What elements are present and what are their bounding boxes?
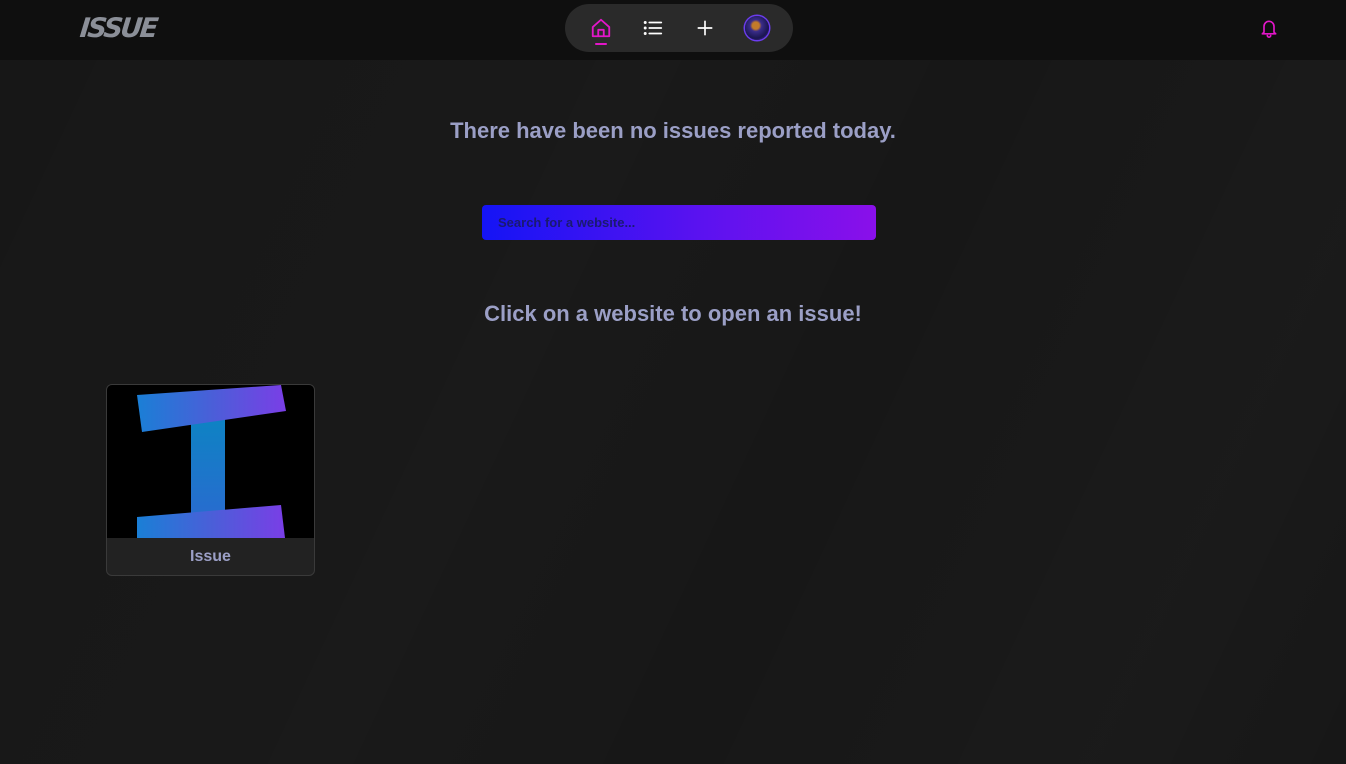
nav-home-button[interactable] <box>587 14 615 42</box>
no-issues-message: There have been no issues reported today… <box>450 118 896 143</box>
instruction-text: Click on a website to open an issue! <box>484 301 862 326</box>
website-thumbnail <box>107 385 314 538</box>
avatar <box>745 16 769 40</box>
plus-icon <box>697 20 713 36</box>
page: ISSUE There have been no issues reported… <box>0 0 1346 764</box>
website-name: Issue <box>190 548 231 565</box>
website-card[interactable]: Issue <box>106 384 315 576</box>
nav-add-button[interactable] <box>691 14 719 42</box>
top-navigation-bar: ISSUE <box>0 0 1346 60</box>
home-icon <box>591 18 611 38</box>
issue-logo-icon <box>137 385 286 538</box>
nav-profile-button[interactable] <box>743 14 771 42</box>
website-search-input[interactable] <box>482 205 876 240</box>
app-logo[interactable]: ISSUE <box>78 13 157 44</box>
notifications-button[interactable] <box>1259 18 1279 38</box>
main-nav <box>565 4 793 52</box>
list-icon <box>643 21 663 35</box>
bell-icon <box>1261 20 1277 38</box>
active-indicator <box>595 43 607 45</box>
nav-list-button[interactable] <box>639 14 667 42</box>
